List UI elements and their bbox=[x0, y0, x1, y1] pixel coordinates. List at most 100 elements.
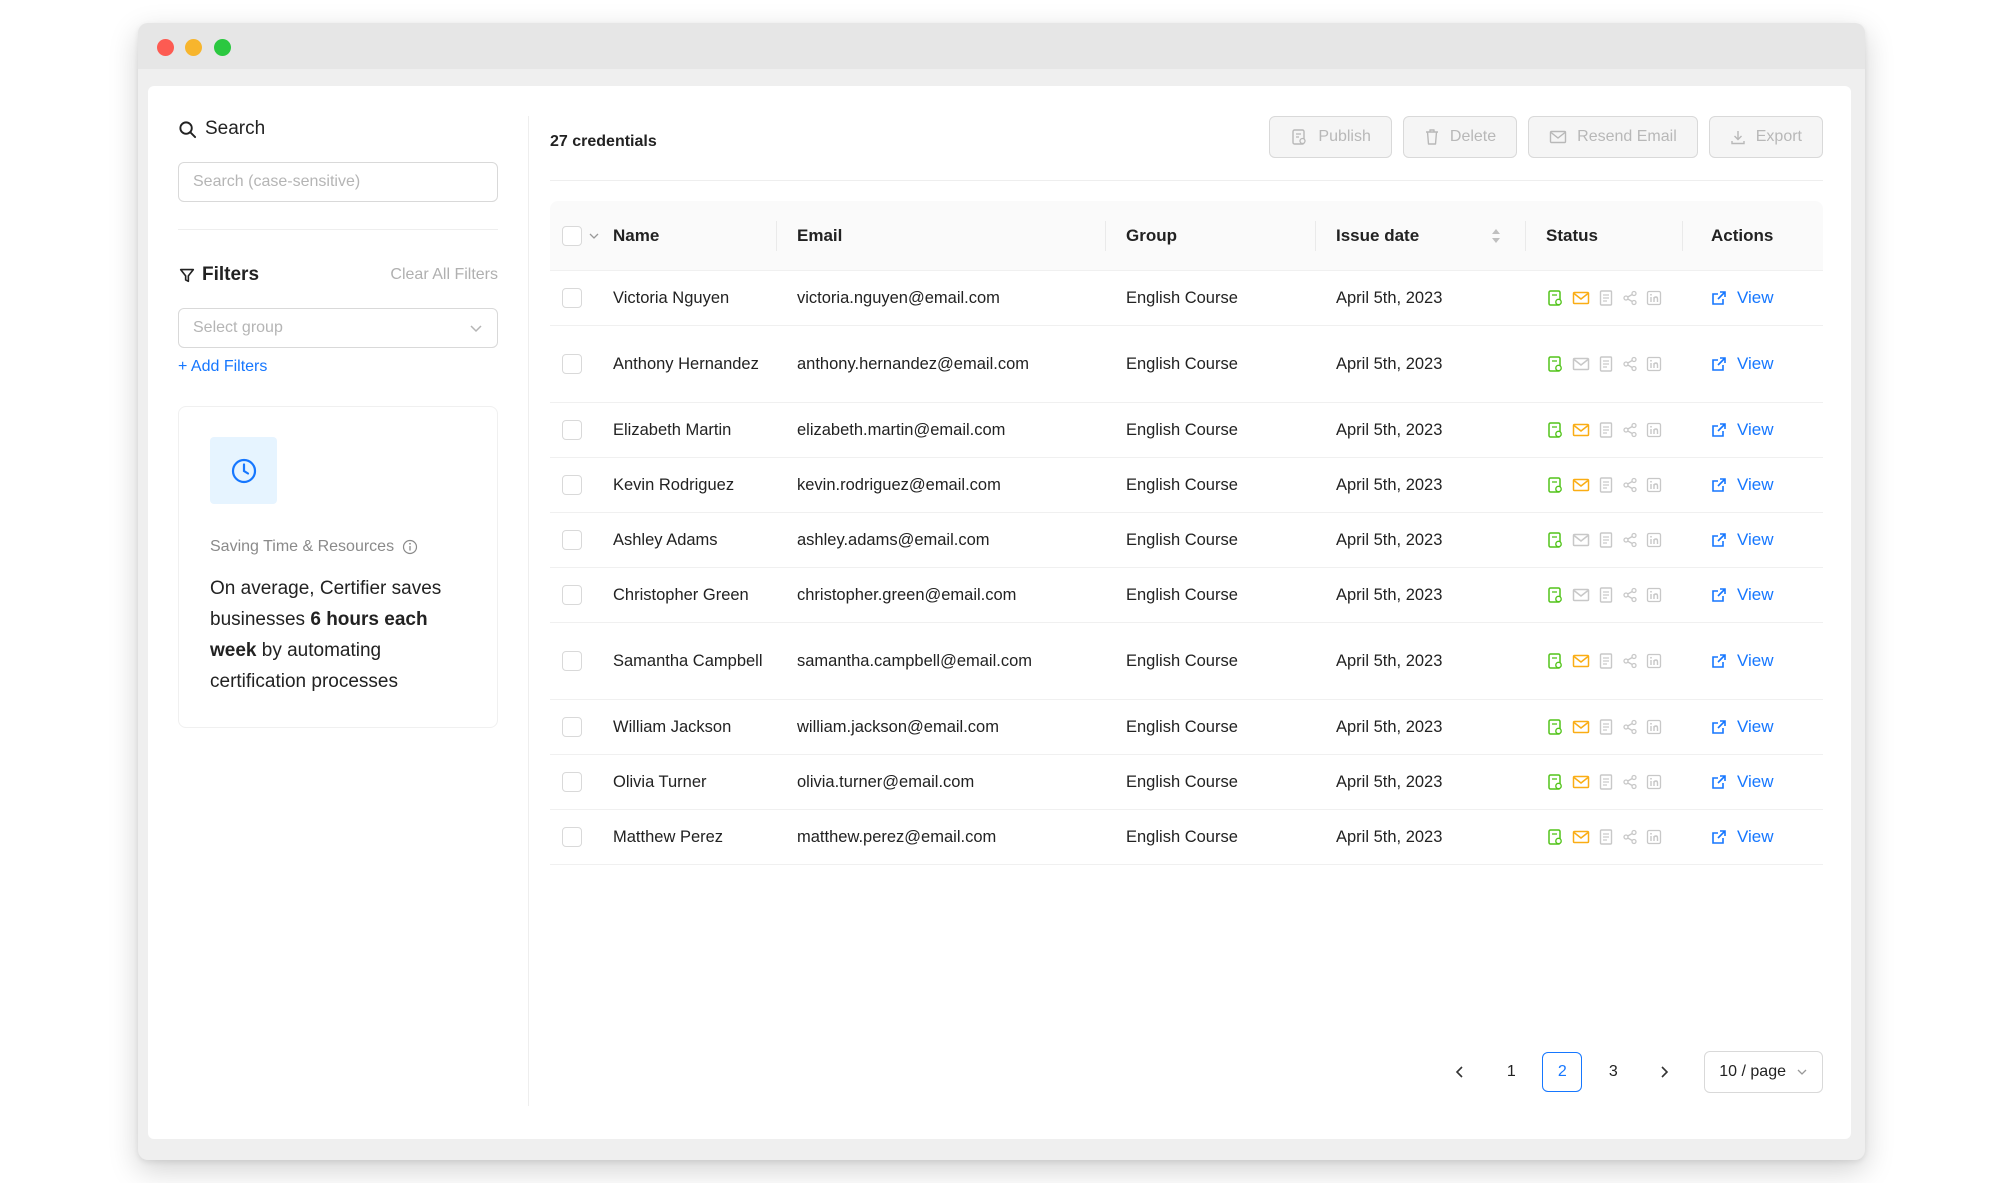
add-filters-link[interactable]: + Add Filters bbox=[178, 358, 267, 376]
column-header-issue-date[interactable]: Issue date bbox=[1336, 201, 1419, 271]
page-size-select[interactable]: 10 / page bbox=[1704, 1051, 1823, 1093]
chevron-down-icon[interactable] bbox=[588, 230, 600, 242]
table-row[interactable]: Samantha Campbell samantha.campbell@email… bbox=[550, 623, 1823, 700]
page-size-label: 10 / page bbox=[1719, 1063, 1786, 1080]
publish-button[interactable]: Publish bbox=[1269, 116, 1392, 158]
table-row[interactable]: William Jackson william.jackson@email.com… bbox=[550, 700, 1823, 755]
delete-button[interactable]: Delete bbox=[1402, 116, 1518, 158]
row-group: English Course bbox=[1126, 772, 1238, 791]
view-link[interactable]: View bbox=[1711, 651, 1774, 671]
page-2-button[interactable]: 2 bbox=[1542, 1052, 1583, 1092]
column-header-group: Group bbox=[1126, 226, 1177, 245]
trash-icon bbox=[1425, 129, 1438, 145]
view-link[interactable]: View bbox=[1711, 530, 1774, 550]
group-select[interactable]: Select group bbox=[178, 308, 498, 348]
resend-email-button[interactable]: Resend Email bbox=[1528, 116, 1698, 158]
mail-icon bbox=[1572, 830, 1590, 844]
sort-icon bbox=[1492, 229, 1500, 243]
maximize-window-button[interactable] bbox=[214, 39, 231, 56]
table-row[interactable]: Christopher Green christopher.green@email… bbox=[550, 568, 1823, 623]
row-checkbox[interactable] bbox=[562, 420, 582, 440]
row-name: Kevin Rodriguez bbox=[613, 476, 735, 494]
close-window-button[interactable] bbox=[157, 39, 174, 56]
table-row[interactable]: Anthony Hernandez anthony.hernandez@email… bbox=[550, 326, 1823, 403]
previous-page-button[interactable] bbox=[1440, 1052, 1480, 1092]
view-link[interactable]: View bbox=[1711, 717, 1774, 737]
row-checkbox[interactable] bbox=[562, 651, 582, 671]
row-group: English Course bbox=[1126, 827, 1238, 846]
view-link-label: View bbox=[1737, 288, 1774, 307]
row-checkbox[interactable] bbox=[562, 530, 582, 550]
external-link-icon bbox=[1712, 775, 1726, 789]
external-link-icon bbox=[1712, 588, 1726, 602]
row-checkbox[interactable] bbox=[562, 475, 582, 495]
row-checkbox[interactable] bbox=[562, 717, 582, 737]
page-1-button[interactable]: 1 bbox=[1491, 1052, 1531, 1092]
row-checkbox[interactable] bbox=[562, 288, 582, 308]
document-icon bbox=[1599, 719, 1613, 735]
table-row[interactable]: Ashley Adams ashley.adams@email.com Englis… bbox=[550, 513, 1823, 568]
row-checkbox[interactable] bbox=[562, 585, 582, 605]
view-link[interactable]: View bbox=[1711, 354, 1774, 374]
view-link[interactable]: View bbox=[1711, 475, 1774, 495]
search-icon bbox=[179, 120, 197, 138]
table-row[interactable]: Matthew Perez matthew.perez@email.com Engl… bbox=[550, 810, 1823, 865]
info-card: Saving Time & Resources On average, Cert… bbox=[178, 406, 498, 728]
row-email: olivia.turner@email.com bbox=[797, 772, 975, 791]
select-all-checkbox[interactable] bbox=[562, 226, 582, 246]
document-icon bbox=[1599, 290, 1613, 306]
row-name: Victoria Nguyen bbox=[613, 289, 730, 307]
chevron-right-icon bbox=[1661, 1066, 1669, 1078]
row-name: Elizabeth Martin bbox=[613, 421, 732, 439]
row-email: samantha.campbell@email.com bbox=[797, 651, 1033, 670]
table-row[interactable]: Elizabeth Martin elizabeth.martin@email.c… bbox=[550, 403, 1823, 458]
row-issue-date: April 5th, 2023 bbox=[1336, 585, 1443, 604]
external-link-icon bbox=[1712, 830, 1726, 844]
table-body: Victoria Nguyen victoria.nguyen@email.com… bbox=[550, 271, 1823, 865]
linkedin-icon bbox=[1646, 587, 1662, 603]
linkedin-icon bbox=[1646, 829, 1662, 845]
document-icon bbox=[1599, 356, 1613, 372]
row-actions: View bbox=[1711, 458, 1774, 512]
view-link[interactable]: View bbox=[1711, 827, 1774, 847]
row-checkbox[interactable] bbox=[562, 772, 582, 792]
export-button[interactable]: Export bbox=[1708, 116, 1823, 158]
external-link-icon bbox=[1712, 357, 1726, 371]
search-heading: Search bbox=[178, 116, 265, 142]
view-link[interactable]: View bbox=[1711, 772, 1774, 792]
sort-control[interactable] bbox=[1490, 201, 1502, 271]
row-email: ashley.adams@email.com bbox=[797, 530, 990, 549]
view-link[interactable]: View bbox=[1711, 288, 1774, 308]
clear-all-filters-link[interactable]: Clear All Filters bbox=[390, 266, 498, 284]
external-link-icon bbox=[1712, 478, 1726, 492]
next-page-button[interactable] bbox=[1644, 1052, 1684, 1092]
view-link-label: View bbox=[1737, 827, 1774, 846]
row-checkbox-cell bbox=[562, 755, 582, 809]
minimize-window-button[interactable] bbox=[185, 39, 202, 56]
row-status bbox=[1546, 755, 1662, 809]
table-row[interactable]: Kevin Rodriguez kevin.rodriguez@email.com… bbox=[550, 458, 1823, 513]
share-icon bbox=[1623, 829, 1637, 845]
view-link[interactable]: View bbox=[1711, 585, 1774, 605]
share-icon bbox=[1623, 774, 1637, 790]
row-actions: View bbox=[1711, 326, 1774, 402]
row-status bbox=[1546, 403, 1662, 457]
view-link-label: View bbox=[1737, 772, 1774, 791]
info-icon[interactable] bbox=[402, 539, 418, 555]
view-link-label: View bbox=[1737, 530, 1774, 549]
search-input[interactable] bbox=[178, 162, 498, 202]
row-email: christopher.green@email.com bbox=[797, 585, 1017, 604]
row-checkbox[interactable] bbox=[562, 354, 582, 374]
row-group: English Course bbox=[1126, 585, 1238, 604]
row-email: kevin.rodriguez@email.com bbox=[797, 475, 1001, 494]
table-row[interactable]: Victoria Nguyen victoria.nguyen@email.com… bbox=[550, 271, 1823, 326]
view-link-label: View bbox=[1737, 420, 1774, 439]
certificate-icon bbox=[1548, 422, 1562, 438]
column-header-name: Name bbox=[613, 226, 660, 245]
table-row[interactable]: Olivia Turner olivia.turner@email.com Engl… bbox=[550, 755, 1823, 810]
page-3-button[interactable]: 3 bbox=[1593, 1052, 1633, 1092]
row-checkbox[interactable] bbox=[562, 827, 582, 847]
row-group: English Course bbox=[1126, 288, 1238, 307]
view-link[interactable]: View bbox=[1711, 420, 1774, 440]
share-icon bbox=[1623, 422, 1637, 438]
